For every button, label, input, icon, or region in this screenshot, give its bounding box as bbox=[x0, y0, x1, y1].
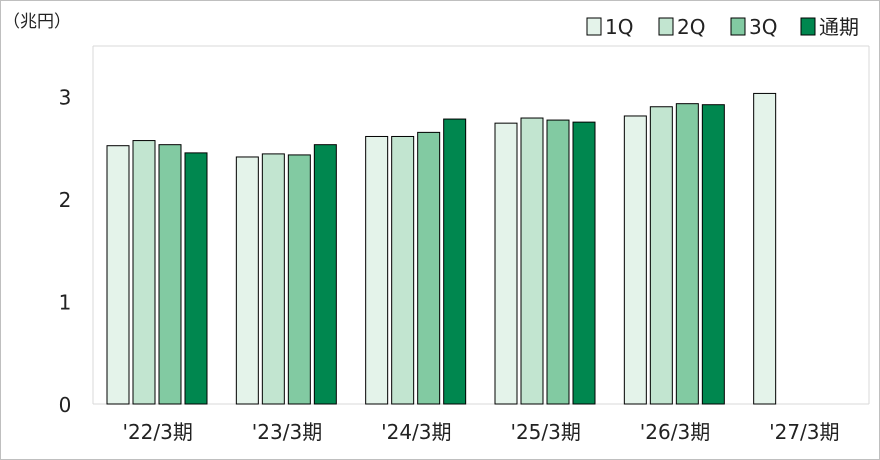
x-tick-label: '26/3期 bbox=[640, 420, 710, 444]
x-ticks-group: '22/3期 '23/3期 '24/3期 '25/3期 '26/3期 '27/3期 bbox=[122, 420, 839, 444]
bar-1q-4 bbox=[494, 122, 518, 405]
x-tick-label: '25/3期 bbox=[510, 420, 580, 444]
bar-1q-6 bbox=[753, 92, 777, 405]
y-ticks-group: 0 1 2 3 bbox=[59, 86, 72, 418]
bar-2q-3 bbox=[391, 135, 415, 405]
bar-chart: （兆円） 0 1 2 3 '22/3期 '23/3期 '24/3期 '25/3期 '26/3期… bbox=[3, 12, 870, 444]
y-tick-label: 1 bbox=[59, 291, 72, 315]
bar-series-4-1 bbox=[184, 152, 208, 405]
bar-3q-2 bbox=[287, 154, 311, 405]
chart-container: （兆円） 0 1 2 3 '22/3期 '23/3期 '24/3期 '25/3期 '26/3期… bbox=[0, 0, 880, 460]
bar-3q-4 bbox=[546, 119, 570, 405]
x-tick-label: '22/3期 bbox=[122, 420, 192, 444]
legend-label: 1Q bbox=[605, 15, 633, 39]
legend-label: 3Q bbox=[749, 15, 777, 39]
x-tick-label: '23/3期 bbox=[252, 420, 322, 444]
bar-series-4-4 bbox=[572, 121, 596, 405]
legend-swatch-series-4 bbox=[800, 17, 816, 36]
legend-label: 2Q bbox=[677, 15, 705, 39]
y-tick-label: 0 bbox=[59, 393, 72, 417]
bar-3q-3 bbox=[417, 131, 441, 405]
bar-series-4-5 bbox=[701, 104, 725, 405]
legend-swatch-2q bbox=[658, 17, 674, 36]
x-tick-label: '27/3期 bbox=[769, 420, 839, 444]
bar-1q-5 bbox=[623, 115, 647, 405]
bar-series-4-2 bbox=[313, 144, 337, 405]
bar-series-4-3 bbox=[443, 118, 467, 405]
bar-2q-1 bbox=[132, 140, 156, 405]
bar-1q-3 bbox=[365, 135, 389, 405]
legend-swatch-1q bbox=[586, 17, 602, 36]
bar-1q-2 bbox=[235, 156, 259, 405]
bar-2q-4 bbox=[520, 117, 544, 405]
legend-swatch-3q bbox=[730, 17, 746, 36]
bar-2q-5 bbox=[649, 106, 673, 405]
bar-3q-5 bbox=[675, 103, 699, 405]
bar-2q-2 bbox=[261, 153, 285, 405]
bars-group bbox=[106, 92, 777, 405]
x-tick-label: '24/3期 bbox=[381, 420, 451, 444]
bar-3q-1 bbox=[158, 144, 182, 405]
bar-1q-1 bbox=[106, 145, 130, 405]
legend-label: 通期 bbox=[819, 15, 859, 39]
y-tick-label: 2 bbox=[59, 188, 72, 212]
legend: 1Q 2Q 3Q 通期 bbox=[586, 15, 859, 39]
unit-label: （兆円） bbox=[3, 12, 71, 32]
y-tick-label: 3 bbox=[59, 86, 72, 110]
